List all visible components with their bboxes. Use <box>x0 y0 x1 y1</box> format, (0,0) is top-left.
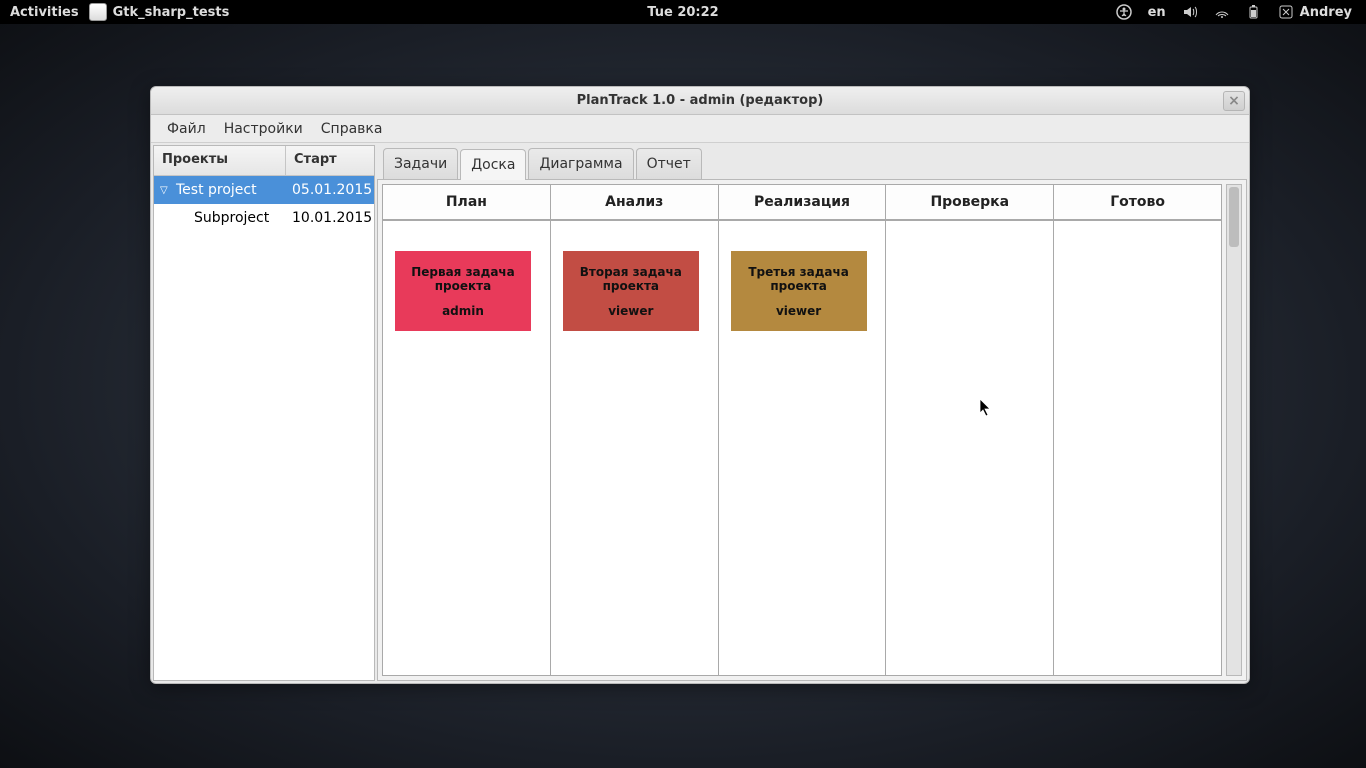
main-area: Задачи Доска Диаграмма Отчет План Первая… <box>377 143 1249 683</box>
sidebar-header: Проекты Старт <box>154 146 374 176</box>
accessibility-icon[interactable] <box>1116 4 1132 20</box>
project-name: Subproject <box>194 210 269 226</box>
app-icon <box>89 3 107 21</box>
card-assignee: viewer <box>776 304 821 318</box>
app-window: PlanTrack 1.0 - admin (редактор) × Файл … <box>150 86 1250 684</box>
language-indicator[interactable]: en <box>1148 5 1166 20</box>
board-column-done: Готово <box>1054 185 1221 675</box>
vertical-scrollbar[interactable] <box>1226 184 1242 676</box>
volume-icon[interactable] <box>1182 4 1198 20</box>
tab-report[interactable]: Отчет <box>636 148 702 179</box>
sidebar-header-start[interactable]: Старт <box>286 146 374 175</box>
close-button[interactable]: × <box>1223 91 1245 111</box>
tab-pane-board: План Первая задача проекта admin Анализ <box>377 179 1247 681</box>
column-header: План <box>383 185 550 221</box>
card-assignee: admin <box>442 304 484 318</box>
user-name: Andrey <box>1300 5 1352 20</box>
board-column-check: Проверка <box>886 185 1054 675</box>
column-header: Реализация <box>719 185 886 221</box>
column-header: Проверка <box>886 185 1053 221</box>
user-unavailable-icon <box>1278 4 1294 20</box>
board-column-impl: Реализация Третья задача проекта viewer <box>719 185 887 675</box>
project-date: 10.01.2015 <box>286 210 374 226</box>
card-title: Третья задача проекта <box>735 265 863 293</box>
tree-row[interactable]: Subproject 10.01.2015 <box>154 204 374 232</box>
chevron-down-icon[interactable]: ▽ <box>160 185 172 196</box>
menubar: Файл Настройки Справка <box>151 115 1249 143</box>
board-column-plan: План Первая задача проекта admin <box>383 185 551 675</box>
sidebar-header-projects[interactable]: Проекты <box>154 146 286 175</box>
project-sidebar: Проекты Старт ▽ Test project 05.01.2015 … <box>153 145 375 681</box>
network-icon[interactable] <box>1214 4 1230 20</box>
card-title: Вторая задача проекта <box>567 265 695 293</box>
menu-help[interactable]: Справка <box>313 118 391 140</box>
task-card[interactable]: Первая задача проекта admin <box>395 251 531 331</box>
kanban-board: План Первая задача проекта admin Анализ <box>382 184 1222 676</box>
tab-diagram[interactable]: Диаграмма <box>528 148 633 179</box>
user-menu[interactable]: Andrey <box>1278 4 1352 20</box>
board-column-analysis: Анализ Вторая задача проекта viewer <box>551 185 719 675</box>
gnome-topbar: Activities Gtk_sharp_tests Tue 20:22 en … <box>0 0 1366 24</box>
tree-row[interactable]: ▽ Test project 05.01.2015 <box>154 176 374 204</box>
card-assignee: viewer <box>608 304 653 318</box>
scrollbar-thumb[interactable] <box>1229 187 1239 247</box>
titlebar[interactable]: PlanTrack 1.0 - admin (редактор) × <box>151 87 1249 115</box>
card-title: Первая задача проекта <box>399 265 527 293</box>
taskbar-app[interactable]: Gtk_sharp_tests <box>89 3 230 21</box>
tab-board[interactable]: Доска <box>460 149 526 180</box>
column-header: Анализ <box>551 185 718 221</box>
taskbar-app-label: Gtk_sharp_tests <box>113 5 230 20</box>
activities-button[interactable]: Activities <box>10 5 79 20</box>
project-name: Test project <box>176 182 257 198</box>
tab-tasks[interactable]: Задачи <box>383 148 458 179</box>
clock[interactable]: Tue 20:22 <box>647 5 718 20</box>
menu-settings[interactable]: Настройки <box>216 118 311 140</box>
window-title: PlanTrack 1.0 - admin (редактор) <box>577 93 824 108</box>
column-header: Готово <box>1054 185 1221 221</box>
battery-icon[interactable] <box>1246 4 1262 20</box>
task-card[interactable]: Третья задача проекта viewer <box>731 251 867 331</box>
project-date: 05.01.2015 <box>286 182 374 198</box>
task-card[interactable]: Вторая задача проекта viewer <box>563 251 699 331</box>
menu-file[interactable]: Файл <box>159 118 214 140</box>
close-icon: × <box>1228 93 1240 109</box>
tabs: Задачи Доска Диаграмма Отчет <box>377 145 1247 179</box>
